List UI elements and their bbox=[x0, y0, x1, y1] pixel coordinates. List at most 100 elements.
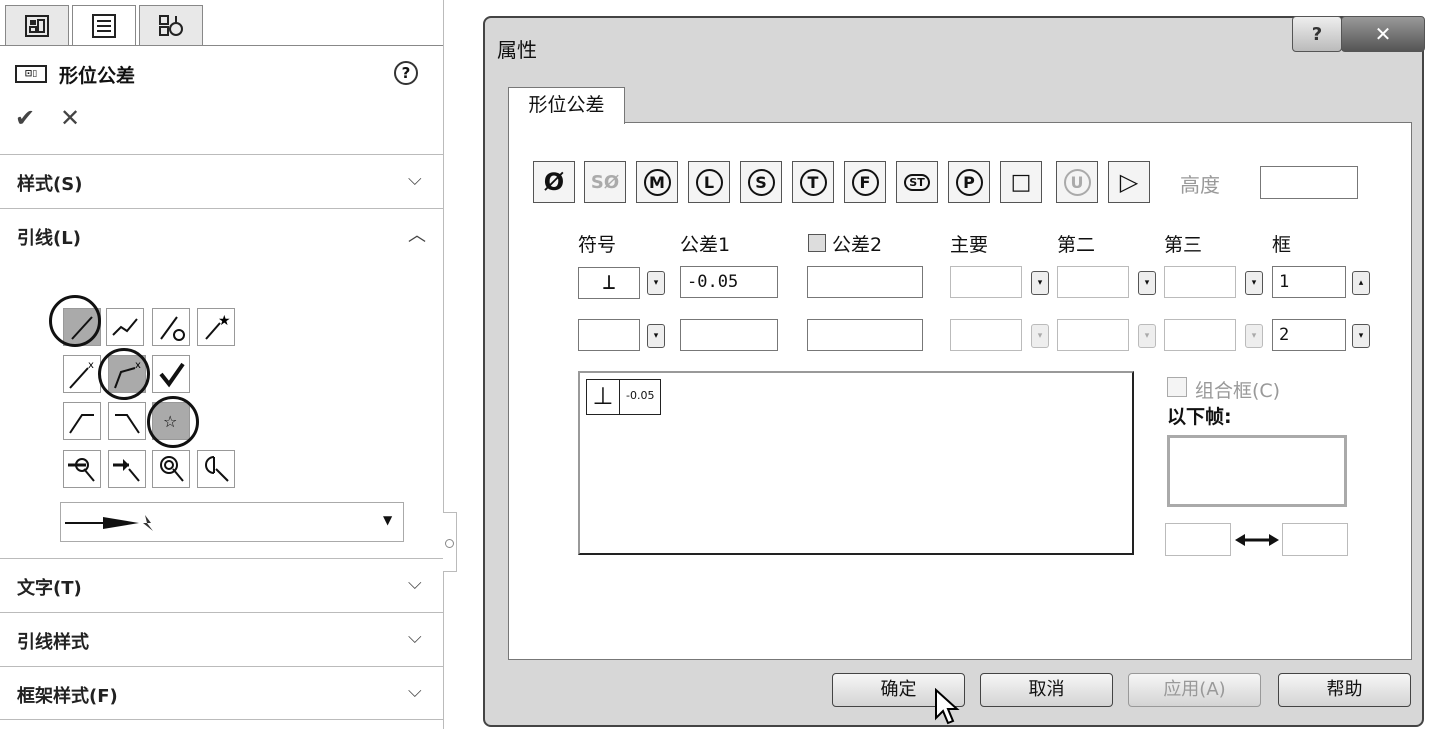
row1-secondary-input[interactable] bbox=[1057, 266, 1129, 298]
panel-title: 形位公差 bbox=[59, 65, 136, 87]
below-frame-list[interactable] bbox=[1167, 435, 1347, 507]
chevron-up-icon: ︿ bbox=[408, 225, 426, 246]
attach-double-circle-icon bbox=[160, 456, 184, 482]
mmc-button[interactable]: M bbox=[636, 161, 678, 203]
section-text[interactable]: 文字(T) ⌵ bbox=[0, 558, 443, 612]
row1-frame-input[interactable]: 1 bbox=[1272, 266, 1346, 298]
title-help-button[interactable]: ? bbox=[1292, 16, 1342, 52]
section-frame-style-label: 框架样式(F) bbox=[17, 686, 118, 707]
row2-secondary-dropdown[interactable]: ▾ bbox=[1138, 324, 1156, 348]
check-leader-icon bbox=[159, 362, 185, 388]
statistical-st-icon: ST bbox=[904, 173, 930, 191]
row1-tol2-input[interactable] bbox=[807, 266, 923, 298]
highlight-circle bbox=[49, 295, 101, 347]
leader-attach-2-button[interactable] bbox=[108, 450, 146, 488]
combine-frame-checkbox[interactable] bbox=[1167, 377, 1187, 397]
leader-attach-3-button[interactable] bbox=[152, 450, 190, 488]
section-leader[interactable]: 引线(L) ︿ bbox=[0, 208, 443, 262]
unequal-bilateral-button[interactable]: U bbox=[1056, 161, 1098, 203]
dropdown-caret-icon: ▼ bbox=[383, 513, 393, 527]
help-button[interactable]: 帮助 bbox=[1278, 673, 1411, 707]
spacing-left-input[interactable] bbox=[1165, 523, 1231, 556]
circle-u-icon: U bbox=[1063, 168, 1091, 196]
row2-primary-dropdown[interactable]: ▾ bbox=[1031, 324, 1049, 348]
spherical-diameter-button[interactable]: SØ bbox=[584, 161, 626, 203]
leader-check-button[interactable] bbox=[152, 355, 190, 393]
ok-checkmark-icon[interactable]: ✔ bbox=[15, 104, 35, 132]
circle-p-icon: P bbox=[955, 168, 983, 196]
spacing-right-input[interactable] bbox=[1282, 523, 1348, 556]
projected-zone-button[interactable]: P bbox=[948, 161, 990, 203]
dialog-title: 属性 bbox=[497, 38, 537, 62]
row2-frame-spinner[interactable]: ▾ bbox=[1352, 324, 1370, 348]
leader-star-button[interactable]: ★ bbox=[197, 308, 235, 346]
row1-frame-spinner[interactable]: ▴ bbox=[1352, 271, 1370, 295]
configuration-icon bbox=[159, 14, 183, 36]
row2-tol2-input[interactable] bbox=[807, 319, 923, 351]
cancel-close-icon[interactable]: ✕ bbox=[60, 104, 80, 132]
lmc-button[interactable]: L bbox=[688, 161, 730, 203]
help-icon[interactable]: ? bbox=[394, 61, 418, 85]
height-input[interactable] bbox=[1260, 166, 1358, 199]
tab-gdt[interactable]: 形位公差 bbox=[508, 87, 625, 124]
row1-tertiary-input[interactable] bbox=[1164, 266, 1236, 298]
triangle-right-icon: ▷ bbox=[1119, 168, 1139, 196]
col-primary-label: 主要 bbox=[950, 234, 989, 256]
preview-perpendicular-icon: ⊥ bbox=[587, 380, 620, 414]
diameter-symbol-button[interactable]: Ø bbox=[533, 161, 575, 203]
config-manager-tab[interactable] bbox=[139, 5, 203, 45]
leader-multi-bend-button[interactable] bbox=[106, 308, 144, 346]
gdt-preview-box: ⊥ -0.05 bbox=[578, 371, 1134, 555]
tangent-plane-button[interactable]: T bbox=[792, 161, 834, 203]
square-symbol-button[interactable]: □ bbox=[1000, 161, 1042, 203]
row2-frame-input[interactable]: 2 bbox=[1272, 319, 1346, 351]
row2-tol1-input[interactable] bbox=[680, 319, 778, 351]
apply-button[interactable]: 应用(A) bbox=[1128, 673, 1261, 707]
row1-symbol-dropdown[interactable]: ▾ bbox=[647, 271, 665, 295]
arrow-style-select[interactable]: ▼ bbox=[60, 502, 404, 542]
rfs-button[interactable]: S bbox=[740, 161, 782, 203]
col-frame-label: 框 bbox=[1272, 234, 1292, 256]
row1-tertiary-dropdown[interactable]: ▾ bbox=[1245, 271, 1263, 295]
section-leader-label: 引线(L) bbox=[17, 228, 81, 249]
gdt-feature-icon: ⊡▯ bbox=[15, 65, 47, 83]
row1-primary-input[interactable] bbox=[950, 266, 1022, 298]
leader-attach-4-button[interactable] bbox=[197, 450, 235, 488]
circle-m-icon: M bbox=[643, 168, 671, 196]
preview-tolerance-text: -0.05 bbox=[626, 389, 655, 402]
star-leader-icon: ★ bbox=[205, 313, 231, 340]
title-close-button[interactable]: ✕ bbox=[1341, 16, 1425, 52]
spherical-diameter-icon: SØ bbox=[590, 171, 620, 193]
cancel-button[interactable]: 取消 bbox=[980, 673, 1113, 707]
row2-primary-input[interactable] bbox=[950, 319, 1022, 351]
leader-left-button[interactable] bbox=[63, 402, 101, 440]
row1-primary-dropdown[interactable]: ▾ bbox=[1031, 271, 1049, 295]
section-frame-style[interactable]: 框架样式(F) ⌵ bbox=[0, 666, 443, 720]
statistical-button[interactable]: ST bbox=[896, 161, 938, 203]
circle-l-icon: L bbox=[695, 168, 723, 196]
preview-frame: ⊥ -0.05 bbox=[586, 379, 662, 415]
row2-symbol-field[interactable] bbox=[578, 319, 640, 351]
free-state-button[interactable]: F bbox=[844, 161, 886, 203]
triangle-symbol-button[interactable]: ▷ bbox=[1108, 161, 1150, 203]
chevron-down-icon: ⌵ bbox=[408, 573, 422, 594]
leader-x-button[interactable]: x bbox=[63, 355, 101, 393]
leader-attach-1-button[interactable] bbox=[63, 450, 101, 488]
panel-splitter-handle[interactable] bbox=[443, 512, 457, 572]
row2-symbol-dropdown[interactable]: ▾ bbox=[647, 324, 665, 348]
row2-secondary-input[interactable] bbox=[1057, 319, 1129, 351]
section-leader-style[interactable]: 引线样式 ⌵ bbox=[0, 612, 443, 666]
feature-manager-tab[interactable] bbox=[5, 5, 69, 45]
row1-symbol-field[interactable]: ⊥ bbox=[578, 267, 640, 299]
property-list-icon bbox=[92, 14, 116, 38]
leader-none-button[interactable] bbox=[152, 308, 190, 346]
row1-secondary-dropdown[interactable]: ▾ bbox=[1138, 271, 1156, 295]
leader-right-button[interactable] bbox=[108, 402, 146, 440]
row1-tol1-input[interactable]: -0.05 bbox=[680, 266, 778, 298]
row2-tertiary-dropdown[interactable]: ▾ bbox=[1245, 324, 1263, 348]
section-style[interactable]: 样式(S) ⌵ bbox=[0, 154, 443, 208]
property-manager-tab[interactable] bbox=[72, 5, 136, 46]
col-symbol-label: 符号 bbox=[578, 234, 617, 256]
tol2-checkbox[interactable] bbox=[808, 234, 826, 252]
row2-tertiary-input[interactable] bbox=[1164, 319, 1236, 351]
